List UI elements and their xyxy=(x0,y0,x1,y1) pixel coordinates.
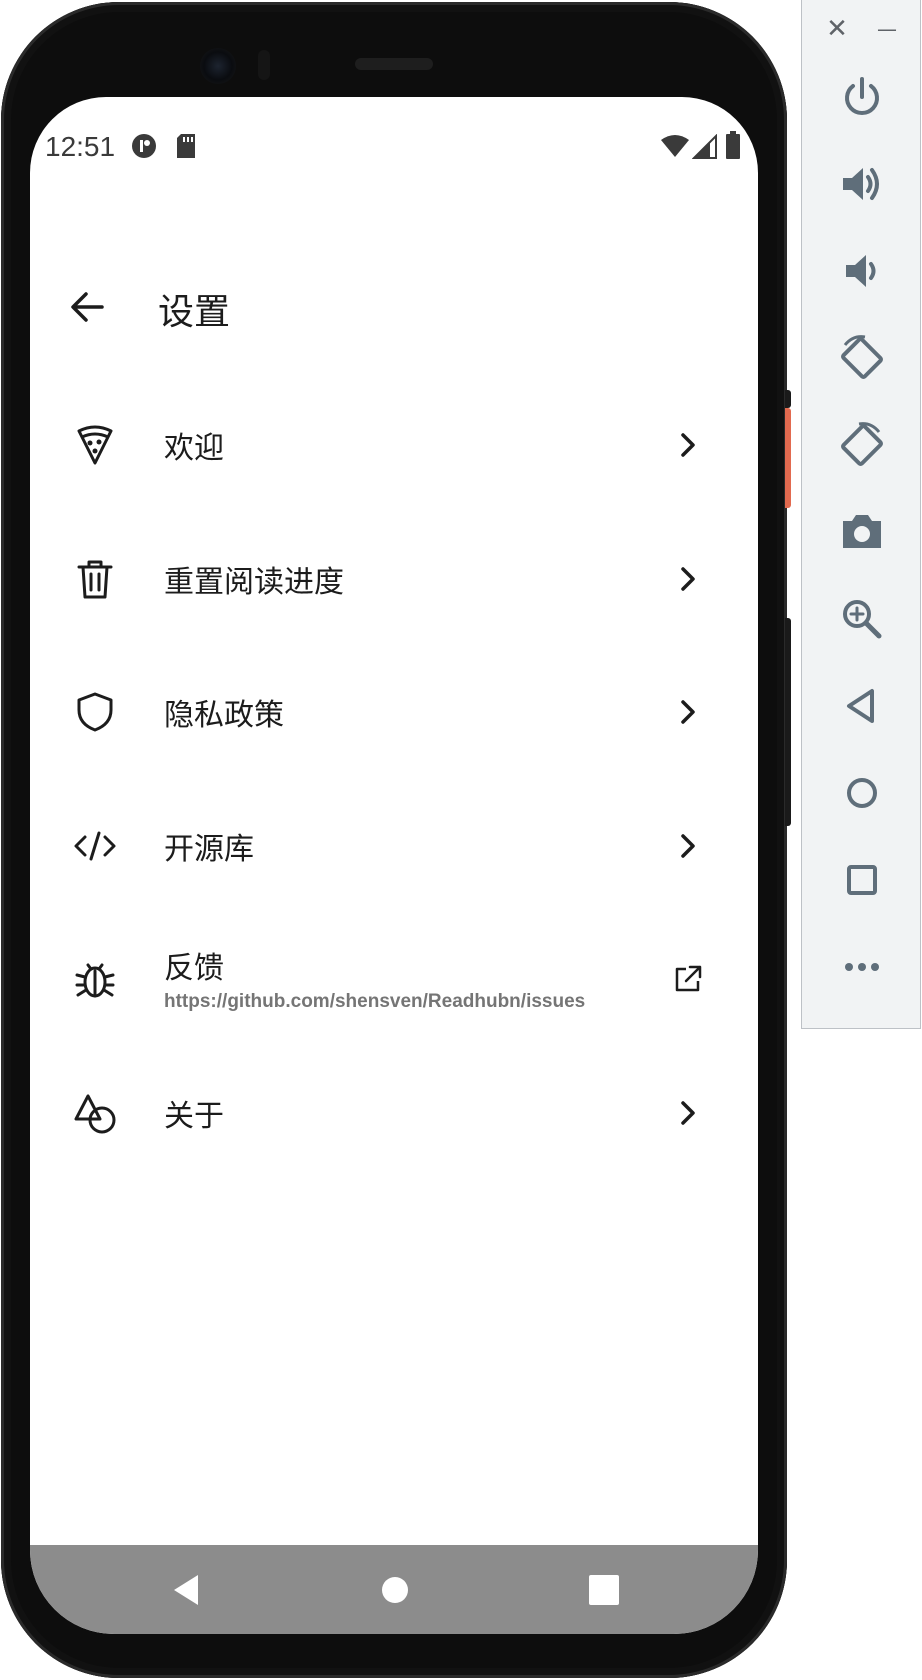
zoom-icon xyxy=(843,600,882,639)
settings-item-privacy-policy[interactable]: 隐私政策 xyxy=(30,646,758,780)
power-side-button xyxy=(785,408,791,508)
settings-item-welcome[interactable]: 欢迎 xyxy=(30,379,758,513)
chevron-right-icon xyxy=(681,700,695,724)
wifi-icon xyxy=(661,135,689,157)
back-icon xyxy=(847,689,874,723)
settings-list: 欢迎 重置阅读进度 隐私政策 开源库 反馈 https://github.com… xyxy=(30,379,758,1180)
page-title: 设置 xyxy=(158,292,231,333)
overview-icon xyxy=(847,865,877,895)
settings-item-label: 开源库 xyxy=(164,831,254,867)
shapes-icon xyxy=(74,1094,116,1133)
nav-back-icon[interactable] xyxy=(164,1567,210,1613)
settings-item-label: 欢迎 xyxy=(164,431,224,466)
rotate-right-button[interactable] xyxy=(835,418,889,472)
volume-up-icon xyxy=(843,168,879,200)
phone-screen: 12:51 设置 欢迎 重置阅读进度 隐私政策 开源库 反馈 https://g… xyxy=(30,97,758,1634)
settings-item-about[interactable]: 关于 xyxy=(30,1047,758,1181)
chevron-right-icon xyxy=(681,1100,695,1125)
home-icon xyxy=(847,778,877,808)
status-time: 12:51 xyxy=(45,131,116,162)
rotate-left-icon xyxy=(841,335,883,379)
volume-side-button xyxy=(785,618,791,826)
settings-item-open-source[interactable]: 开源库 xyxy=(30,780,758,914)
minimize-button[interactable]: — xyxy=(872,14,902,44)
chevron-right-icon xyxy=(681,566,695,591)
emulator-back-button[interactable] xyxy=(835,679,889,733)
settings-item-label: 重置阅读进度 xyxy=(164,564,344,600)
power-icon xyxy=(845,77,879,115)
power-button[interactable] xyxy=(835,70,889,124)
emulator-title-bar: ✕ — xyxy=(802,0,922,60)
camera-icon xyxy=(843,515,881,548)
cellular-signal-icon xyxy=(692,134,717,159)
rotate-left-button[interactable] xyxy=(835,331,889,385)
external-link-icon xyxy=(675,965,702,992)
chevron-right-icon xyxy=(681,833,695,858)
sd-card-icon xyxy=(177,134,195,158)
bug-icon xyxy=(75,963,115,998)
volume-down-icon xyxy=(846,255,876,287)
settings-item-label: 反馈 xyxy=(164,951,224,986)
settings-item-reset-progress[interactable]: 重置阅读进度 xyxy=(30,513,758,647)
chevron-right-icon xyxy=(681,433,695,457)
shield-icon xyxy=(77,692,113,732)
emulator-control-panel: ✕ — xyxy=(801,0,921,1029)
more-options-button[interactable] xyxy=(835,940,889,994)
volume-down-button[interactable] xyxy=(835,244,889,298)
system-navigation-bar xyxy=(30,1545,758,1634)
nav-overview-icon[interactable] xyxy=(581,1567,627,1613)
emulator-home-button[interactable] xyxy=(835,766,889,820)
settings-item-subtitle: https://github.com/shensven/Readhubn/iss… xyxy=(164,991,586,1012)
zoom-button[interactable] xyxy=(835,592,889,646)
trash-icon xyxy=(77,560,113,598)
nav-home-icon[interactable] xyxy=(372,1567,418,1613)
pizza-icon xyxy=(77,425,113,465)
settings-item-label: 隐私政策 xyxy=(164,698,284,733)
more-icon xyxy=(845,963,879,971)
emulator-overview-button[interactable] xyxy=(835,853,889,907)
screenshot-button[interactable] xyxy=(835,505,889,559)
volume-up-button[interactable] xyxy=(835,157,889,211)
code-icon xyxy=(74,831,116,860)
settings-item-label: 关于 xyxy=(164,1098,224,1134)
rotate-right-icon xyxy=(841,422,883,466)
side-button-top xyxy=(785,390,791,408)
settings-item-feedback[interactable]: 反馈 https://github.com/shensven/Readhubn/… xyxy=(30,913,758,1047)
back-arrow-icon[interactable] xyxy=(58,277,118,337)
earpiece-speaker xyxy=(355,58,433,70)
battery-icon xyxy=(726,131,740,159)
status-bar: 12:51 xyxy=(30,97,758,189)
camera-sensor xyxy=(258,50,270,80)
front-camera xyxy=(200,48,236,84)
close-button[interactable]: ✕ xyxy=(822,14,852,44)
app-bar: 设置 xyxy=(30,247,758,367)
app-notification-icon xyxy=(132,134,156,158)
